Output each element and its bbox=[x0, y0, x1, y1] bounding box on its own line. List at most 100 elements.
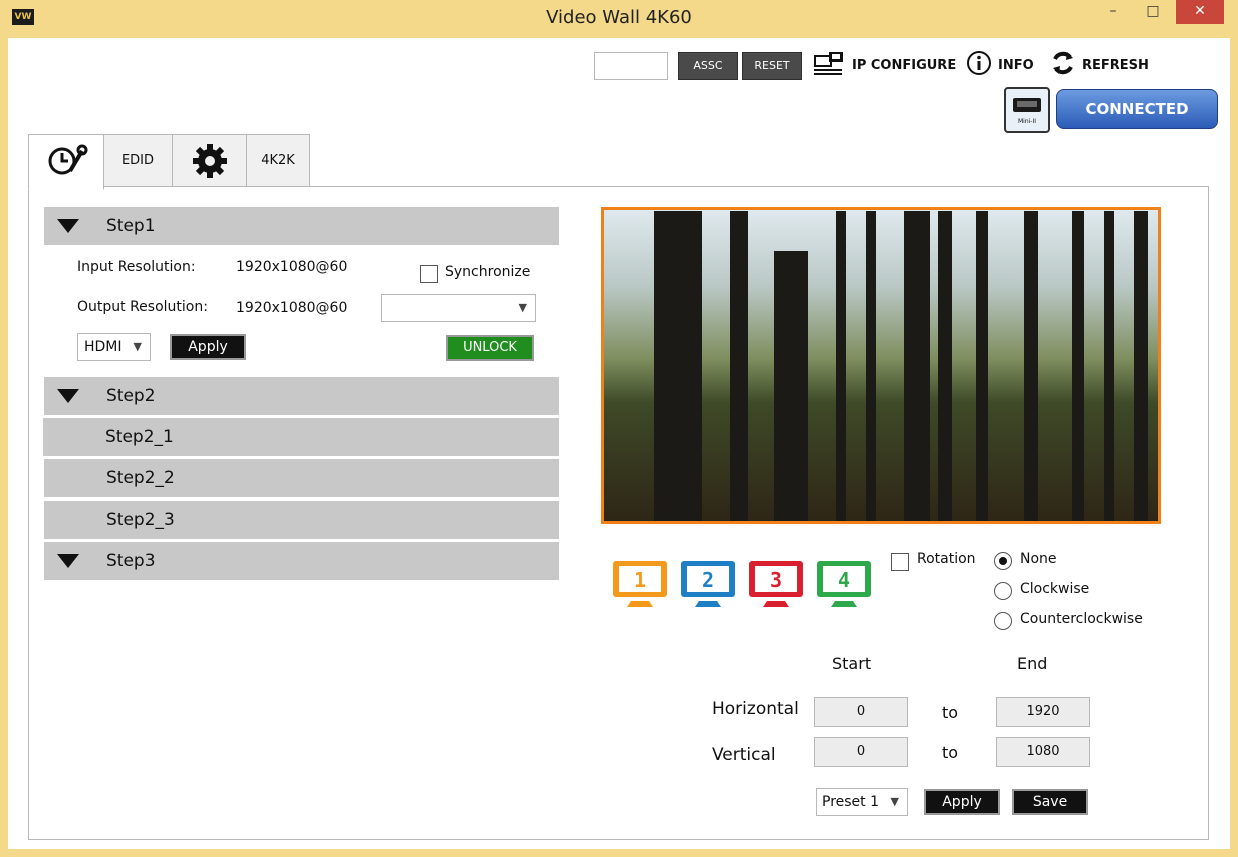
preset-select[interactable]: Preset 1 ▼ bbox=[816, 788, 908, 816]
vertical-end-field[interactable]: 1080 bbox=[996, 737, 1090, 767]
step1-label: Step1 bbox=[106, 216, 156, 236]
minimize-button[interactable]: – bbox=[1098, 0, 1128, 24]
horizontal-start-field[interactable]: 0 bbox=[814, 697, 908, 727]
svg-text:2: 2 bbox=[702, 568, 714, 592]
svg-text:4: 4 bbox=[838, 568, 850, 592]
horizontal-end-field[interactable]: 1920 bbox=[996, 697, 1090, 727]
main-panel: Step1 Input Resolution: 1920x1080@60 Syn… bbox=[28, 186, 1209, 840]
vertical-label: Vertical bbox=[712, 745, 776, 765]
step3-header[interactable]: Step3 bbox=[44, 542, 559, 580]
start-header: Start bbox=[832, 654, 872, 673]
tree-trunk bbox=[938, 211, 952, 521]
tree-trunk bbox=[904, 211, 930, 521]
horizontal-label: Horizontal bbox=[712, 699, 799, 719]
monitor-icon: 2 bbox=[681, 561, 735, 607]
tree-trunk bbox=[866, 211, 876, 521]
tab-edid[interactable]: EDID bbox=[102, 134, 174, 188]
tree-trunk bbox=[1134, 211, 1148, 521]
rotation-label: Rotation bbox=[917, 551, 976, 567]
step3-label: Step3 bbox=[106, 551, 156, 571]
step2-1-label: Step2_1 bbox=[105, 427, 174, 447]
close-button[interactable]: ✕ bbox=[1176, 0, 1224, 24]
network-computer-icon bbox=[812, 50, 846, 80]
synchronize-checkbox[interactable] bbox=[420, 265, 438, 283]
connection-status-button[interactable]: CONNECTED bbox=[1056, 89, 1218, 129]
tree-trunk bbox=[654, 211, 702, 521]
vertical-start-field[interactable]: 0 bbox=[814, 737, 908, 767]
rotation-counterclockwise-radio[interactable] bbox=[994, 612, 1012, 630]
source-select[interactable]: HDMI ▼ bbox=[77, 333, 151, 361]
preset-select-value: Preset 1 bbox=[822, 794, 880, 810]
refresh-label: REFRESH bbox=[1082, 57, 1149, 73]
step2-1-item[interactable]: Step2_1 bbox=[43, 418, 559, 456]
tree-trunk bbox=[976, 211, 988, 521]
preset-apply-button[interactable]: Apply bbox=[924, 789, 1000, 815]
rotation-clockwise-label: Clockwise bbox=[1020, 581, 1090, 597]
monitor-icon: 3 bbox=[749, 561, 803, 607]
step1-header[interactable]: Step1 bbox=[44, 207, 559, 245]
client-area: ASSC RESET IP CONFIGURE INFO REFRESH Min… bbox=[8, 38, 1230, 849]
input-resolution-label: Input Resolution: bbox=[77, 259, 196, 275]
tree-trunk bbox=[774, 251, 808, 521]
collapse-triangle-icon bbox=[57, 554, 79, 568]
maximize-button[interactable]: □ bbox=[1138, 0, 1168, 24]
unlock-button[interactable]: UNLOCK bbox=[446, 335, 534, 361]
output-resolution-label: Output Resolution: bbox=[77, 299, 208, 315]
video-preview bbox=[601, 207, 1161, 524]
input-resolution-value: 1920x1080@60 bbox=[236, 259, 348, 275]
rotation-none-radio[interactable] bbox=[994, 552, 1012, 570]
svg-text:Mini-II: Mini-II bbox=[1018, 118, 1036, 125]
monitor-3-button[interactable]: 3 bbox=[747, 559, 805, 609]
refresh-icon bbox=[1050, 50, 1076, 80]
hdmi-port-icon: Mini-II bbox=[1013, 98, 1041, 125]
collapse-triangle-icon bbox=[57, 219, 79, 233]
reset-button[interactable]: RESET bbox=[742, 52, 802, 80]
step2-label: Step2 bbox=[106, 386, 156, 406]
tab-tools[interactable] bbox=[28, 134, 104, 190]
step1-apply-button[interactable]: Apply bbox=[170, 334, 246, 360]
tab-settings[interactable] bbox=[172, 134, 248, 188]
to-label: to bbox=[942, 743, 959, 762]
refresh-button[interactable]: REFRESH bbox=[1050, 50, 1149, 80]
rotation-checkbox[interactable] bbox=[891, 553, 909, 571]
tree-trunk bbox=[1104, 211, 1114, 521]
chevron-down-icon: ▼ bbox=[518, 301, 527, 314]
rotation-counterclockwise-label: Counterclockwise bbox=[1020, 611, 1143, 627]
to-label: to bbox=[942, 703, 959, 722]
synchronize-label: Synchronize bbox=[445, 264, 531, 280]
step2-2-item[interactable]: Step2_2 bbox=[44, 459, 559, 497]
tab-4k2k[interactable]: 4K2K bbox=[246, 134, 310, 188]
preset-save-button[interactable]: Save bbox=[1012, 789, 1088, 815]
step2-3-item[interactable]: Step2_3 bbox=[44, 501, 559, 539]
step2-header[interactable]: Step2 bbox=[44, 377, 559, 415]
app-window: VW Video Wall 4K60 – □ ✕ ASSC RESET IP C… bbox=[0, 0, 1238, 857]
source-select-value: HDMI bbox=[84, 339, 122, 355]
info-button[interactable]: INFO bbox=[966, 50, 1034, 80]
chevron-down-icon: ▼ bbox=[890, 795, 899, 808]
tree-trunk bbox=[836, 211, 846, 521]
svg-text:1: 1 bbox=[634, 568, 646, 592]
chevron-down-icon: ▼ bbox=[133, 340, 142, 353]
tree-trunk bbox=[1072, 211, 1084, 521]
monitor-4-button[interactable]: 4 bbox=[815, 559, 873, 609]
window-title: Video Wall 4K60 bbox=[546, 7, 692, 28]
mini-device-badge[interactable]: Mini-II bbox=[1004, 87, 1050, 133]
monitor-2-button[interactable]: 2 bbox=[679, 559, 737, 609]
tree-trunk bbox=[730, 211, 748, 521]
monitor-1-button[interactable]: 1 bbox=[611, 559, 669, 609]
info-icon bbox=[966, 50, 992, 80]
output-resolution-select[interactable]: ▼ bbox=[381, 294, 536, 322]
end-header: End bbox=[1017, 654, 1048, 673]
rotation-clockwise-radio[interactable] bbox=[994, 582, 1012, 600]
tools-icon bbox=[48, 144, 88, 175]
monitor-icon: 4 bbox=[817, 561, 871, 607]
rotation-none-label: None bbox=[1020, 551, 1057, 567]
assc-button[interactable]: ASSC bbox=[678, 52, 738, 80]
ip-configure-button[interactable]: IP CONFIGURE bbox=[812, 52, 956, 78]
assc-input[interactable] bbox=[594, 52, 668, 80]
output-resolution-value: 1920x1080@60 bbox=[236, 300, 348, 316]
info-label: INFO bbox=[998, 57, 1034, 73]
step2-2-label: Step2_2 bbox=[106, 468, 175, 488]
collapse-triangle-icon bbox=[57, 389, 79, 403]
tree-trunk bbox=[1024, 211, 1038, 521]
